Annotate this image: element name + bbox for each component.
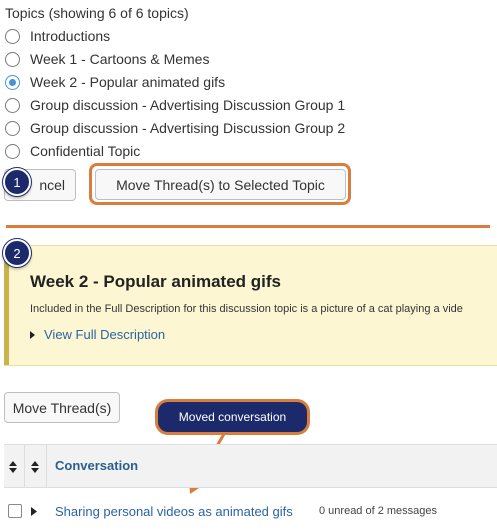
column-divider bbox=[24, 445, 25, 487]
table-header: Conversation bbox=[4, 445, 497, 488]
topic-option-introductions[interactable]: Introductions bbox=[5, 26, 110, 46]
topic-option-week-1[interactable]: Week 1 - Cartoons & Memes bbox=[5, 49, 209, 69]
moved-conversation-callout: Moved conversation bbox=[158, 402, 307, 432]
step-badge-icon: 1 bbox=[3, 168, 31, 196]
unread-count: 0 unread of 2 messages bbox=[319, 505, 438, 517]
radio-selected-icon[interactable] bbox=[5, 74, 20, 90]
topic-label: Week 2 - Popular animated gifs bbox=[30, 74, 226, 90]
topic-option-group-1[interactable]: Group discussion - Advertising Discussio… bbox=[5, 95, 345, 115]
topic-label: Group discussion - Advertising Discussio… bbox=[30, 97, 346, 113]
topic-label: Week 1 - Cartoons & Memes bbox=[30, 51, 210, 67]
step-badge-icon: 2 bbox=[3, 239, 31, 267]
conversation-link[interactable]: Sharing personal videos as animated gifs bbox=[55, 504, 293, 519]
topic-label: Group discussion - Advertising Discussio… bbox=[30, 120, 346, 136]
radio-icon[interactable] bbox=[5, 97, 20, 113]
topic-description-panel: Week 2 - Popular animated gifs Included … bbox=[4, 245, 497, 366]
column-divider bbox=[46, 445, 47, 487]
move-thread-button[interactable]: Move Thread(s) bbox=[4, 392, 120, 423]
sort-icon[interactable] bbox=[9, 461, 17, 473]
checkbox-icon[interactable] bbox=[8, 504, 22, 518]
caret-right-icon bbox=[30, 330, 35, 339]
column-header-conversation[interactable]: Conversation bbox=[55, 458, 138, 473]
radio-icon[interactable] bbox=[5, 51, 20, 67]
topic-option-confidential[interactable]: Confidential Topic bbox=[5, 141, 140, 161]
topics-header: Topics (showing 6 of 6 topics) bbox=[5, 5, 189, 21]
view-full-description-link[interactable]: View Full Description bbox=[30, 327, 165, 342]
topic-option-group-2[interactable]: Group discussion - Advertising Discussio… bbox=[5, 118, 345, 138]
view-full-description-label: View Full Description bbox=[44, 327, 166, 342]
caret-right-icon[interactable] bbox=[31, 507, 37, 516]
topic-title: Week 2 - Popular animated gifs bbox=[30, 272, 281, 291]
radio-icon[interactable] bbox=[5, 120, 20, 136]
topic-label: Introductions bbox=[30, 28, 111, 44]
radio-icon[interactable] bbox=[5, 28, 20, 44]
topic-label: Confidential Topic bbox=[30, 143, 141, 159]
move-to-topic-button[interactable]: Move Thread(s) to Selected Topic bbox=[95, 169, 346, 200]
conversation-table: Conversation Sharing personal videos as … bbox=[4, 444, 497, 530]
topic-option-week-2[interactable]: Week 2 - Popular animated gifs bbox=[5, 72, 225, 92]
section-divider bbox=[6, 225, 490, 228]
topic-description: Included in the Full Description for thi… bbox=[30, 303, 463, 315]
radio-icon[interactable] bbox=[5, 143, 20, 159]
sort-icon[interactable] bbox=[31, 461, 39, 473]
